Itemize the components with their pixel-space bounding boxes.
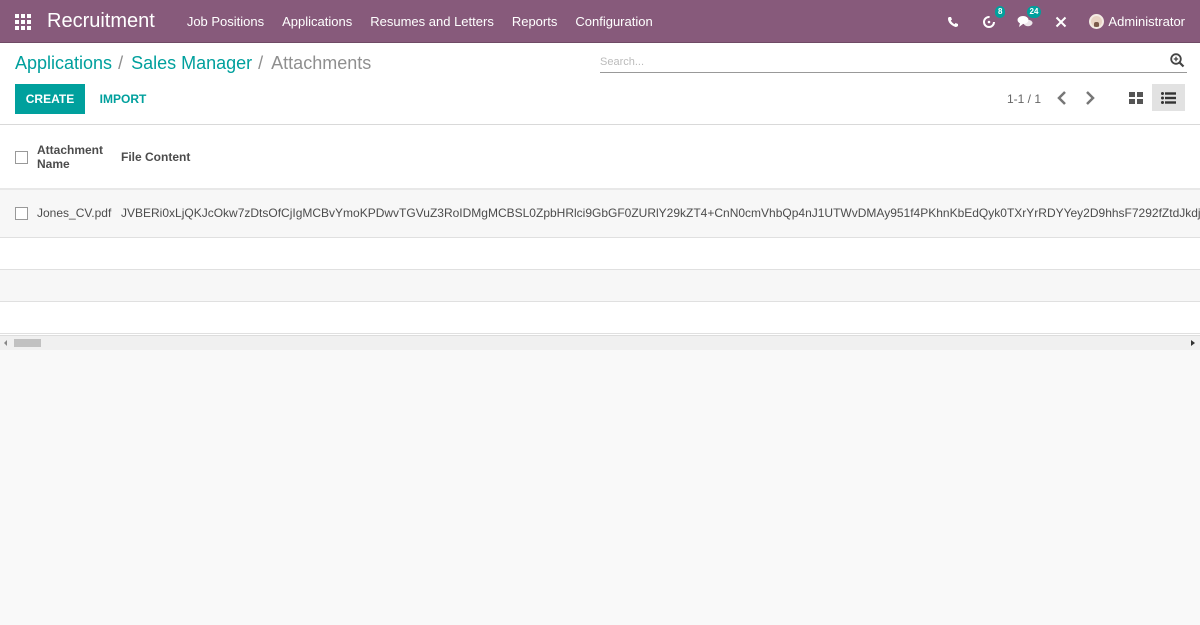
empty-row bbox=[0, 301, 1200, 334]
menu-resumes-and-letters[interactable]: Resumes and Letters bbox=[370, 14, 494, 29]
apps-menu-icon[interactable] bbox=[15, 14, 31, 30]
search-icon[interactable] bbox=[1170, 53, 1185, 73]
table-row[interactable]: Jones_CV.pdf JVBERi0xLjQKJcOkw7zDtsOfCjI… bbox=[0, 189, 1200, 238]
scroll-right-arrow-icon[interactable] bbox=[1191, 340, 1195, 346]
import-button[interactable]: IMPORT bbox=[92, 84, 154, 114]
chevron-right-icon bbox=[1086, 91, 1095, 105]
cell-file-content: JVBERi0xLjQKJcOkw7zDtsOfCjIgMCBvYmoKPDwv… bbox=[121, 189, 1200, 238]
scroll-left-arrow-icon[interactable] bbox=[4, 340, 7, 346]
column-file-content[interactable]: File Content bbox=[121, 125, 1200, 190]
systray: 8 24 Administrator bbox=[925, 0, 1185, 43]
activity-icon[interactable]: 8 bbox=[981, 5, 1006, 30]
empty-row bbox=[0, 269, 1200, 302]
phone-icon[interactable] bbox=[945, 14, 961, 30]
list-view-button[interactable] bbox=[1152, 84, 1185, 111]
column-attachment-name[interactable]: Attachment Name bbox=[37, 125, 121, 190]
menu-configuration[interactable]: Configuration bbox=[575, 14, 652, 29]
pager-next-button[interactable] bbox=[1083, 88, 1097, 108]
breadcrumb-sales-manager[interactable]: Sales Manager bbox=[131, 53, 252, 74]
breadcrumb-separator: / bbox=[258, 53, 264, 73]
search-bar bbox=[600, 52, 1187, 73]
chevron-left-icon bbox=[1057, 91, 1066, 105]
menu-reports[interactable]: Reports bbox=[512, 14, 558, 29]
list-icon bbox=[1161, 91, 1176, 104]
app-title: Recruitment bbox=[47, 9, 155, 32]
attachments-list: Attachment Name File Content Jones_CV.pd… bbox=[0, 125, 1200, 350]
breadcrumb-applications[interactable]: Applications bbox=[15, 53, 112, 74]
kanban-view-button[interactable] bbox=[1122, 84, 1150, 111]
attachments-table: Attachment Name File Content Jones_CV.pd… bbox=[0, 125, 1200, 334]
messages-badge: 24 bbox=[1026, 5, 1042, 18]
cell-attachment-name: Jones_CV.pdf bbox=[37, 189, 121, 238]
main-menu: Job Positions Applications Resumes and L… bbox=[187, 14, 671, 29]
user-name: Administrator bbox=[1108, 14, 1185, 29]
breadcrumb-current: Attachments bbox=[271, 53, 372, 73]
menu-job-positions[interactable]: Job Positions bbox=[187, 14, 264, 29]
breadcrumb: Applications / Sales Manager / Attachmen… bbox=[15, 53, 371, 74]
kanban-icon bbox=[1129, 91, 1143, 104]
select-all-checkbox[interactable] bbox=[15, 150, 28, 164]
empty-row bbox=[0, 237, 1200, 270]
top-navbar: Recruitment Job Positions Applications R… bbox=[0, 0, 1200, 43]
pager-previous-button[interactable] bbox=[1055, 88, 1069, 108]
menu-applications[interactable]: Applications bbox=[282, 14, 352, 29]
user-menu[interactable]: Administrator bbox=[1089, 14, 1185, 29]
activity-badge: 8 bbox=[994, 5, 1006, 18]
debug-tools-icon[interactable] bbox=[1053, 14, 1069, 30]
create-button[interactable]: CREATE bbox=[15, 84, 85, 114]
pager-value[interactable]: 1-1 / 1 bbox=[1007, 92, 1041, 106]
avatar bbox=[1089, 14, 1105, 29]
horizontal-scrollbar[interactable] bbox=[0, 335, 1200, 350]
row-checkbox[interactable] bbox=[15, 207, 28, 221]
scrollbar-thumb[interactable] bbox=[14, 339, 41, 347]
table-header: Attachment Name File Content bbox=[0, 125, 1200, 190]
search-input[interactable] bbox=[600, 56, 1160, 68]
control-panel: Applications / Sales Manager / Attachmen… bbox=[0, 43, 1200, 125]
messages-icon[interactable]: 24 bbox=[1017, 5, 1042, 30]
breadcrumb-separator: / bbox=[118, 53, 124, 73]
